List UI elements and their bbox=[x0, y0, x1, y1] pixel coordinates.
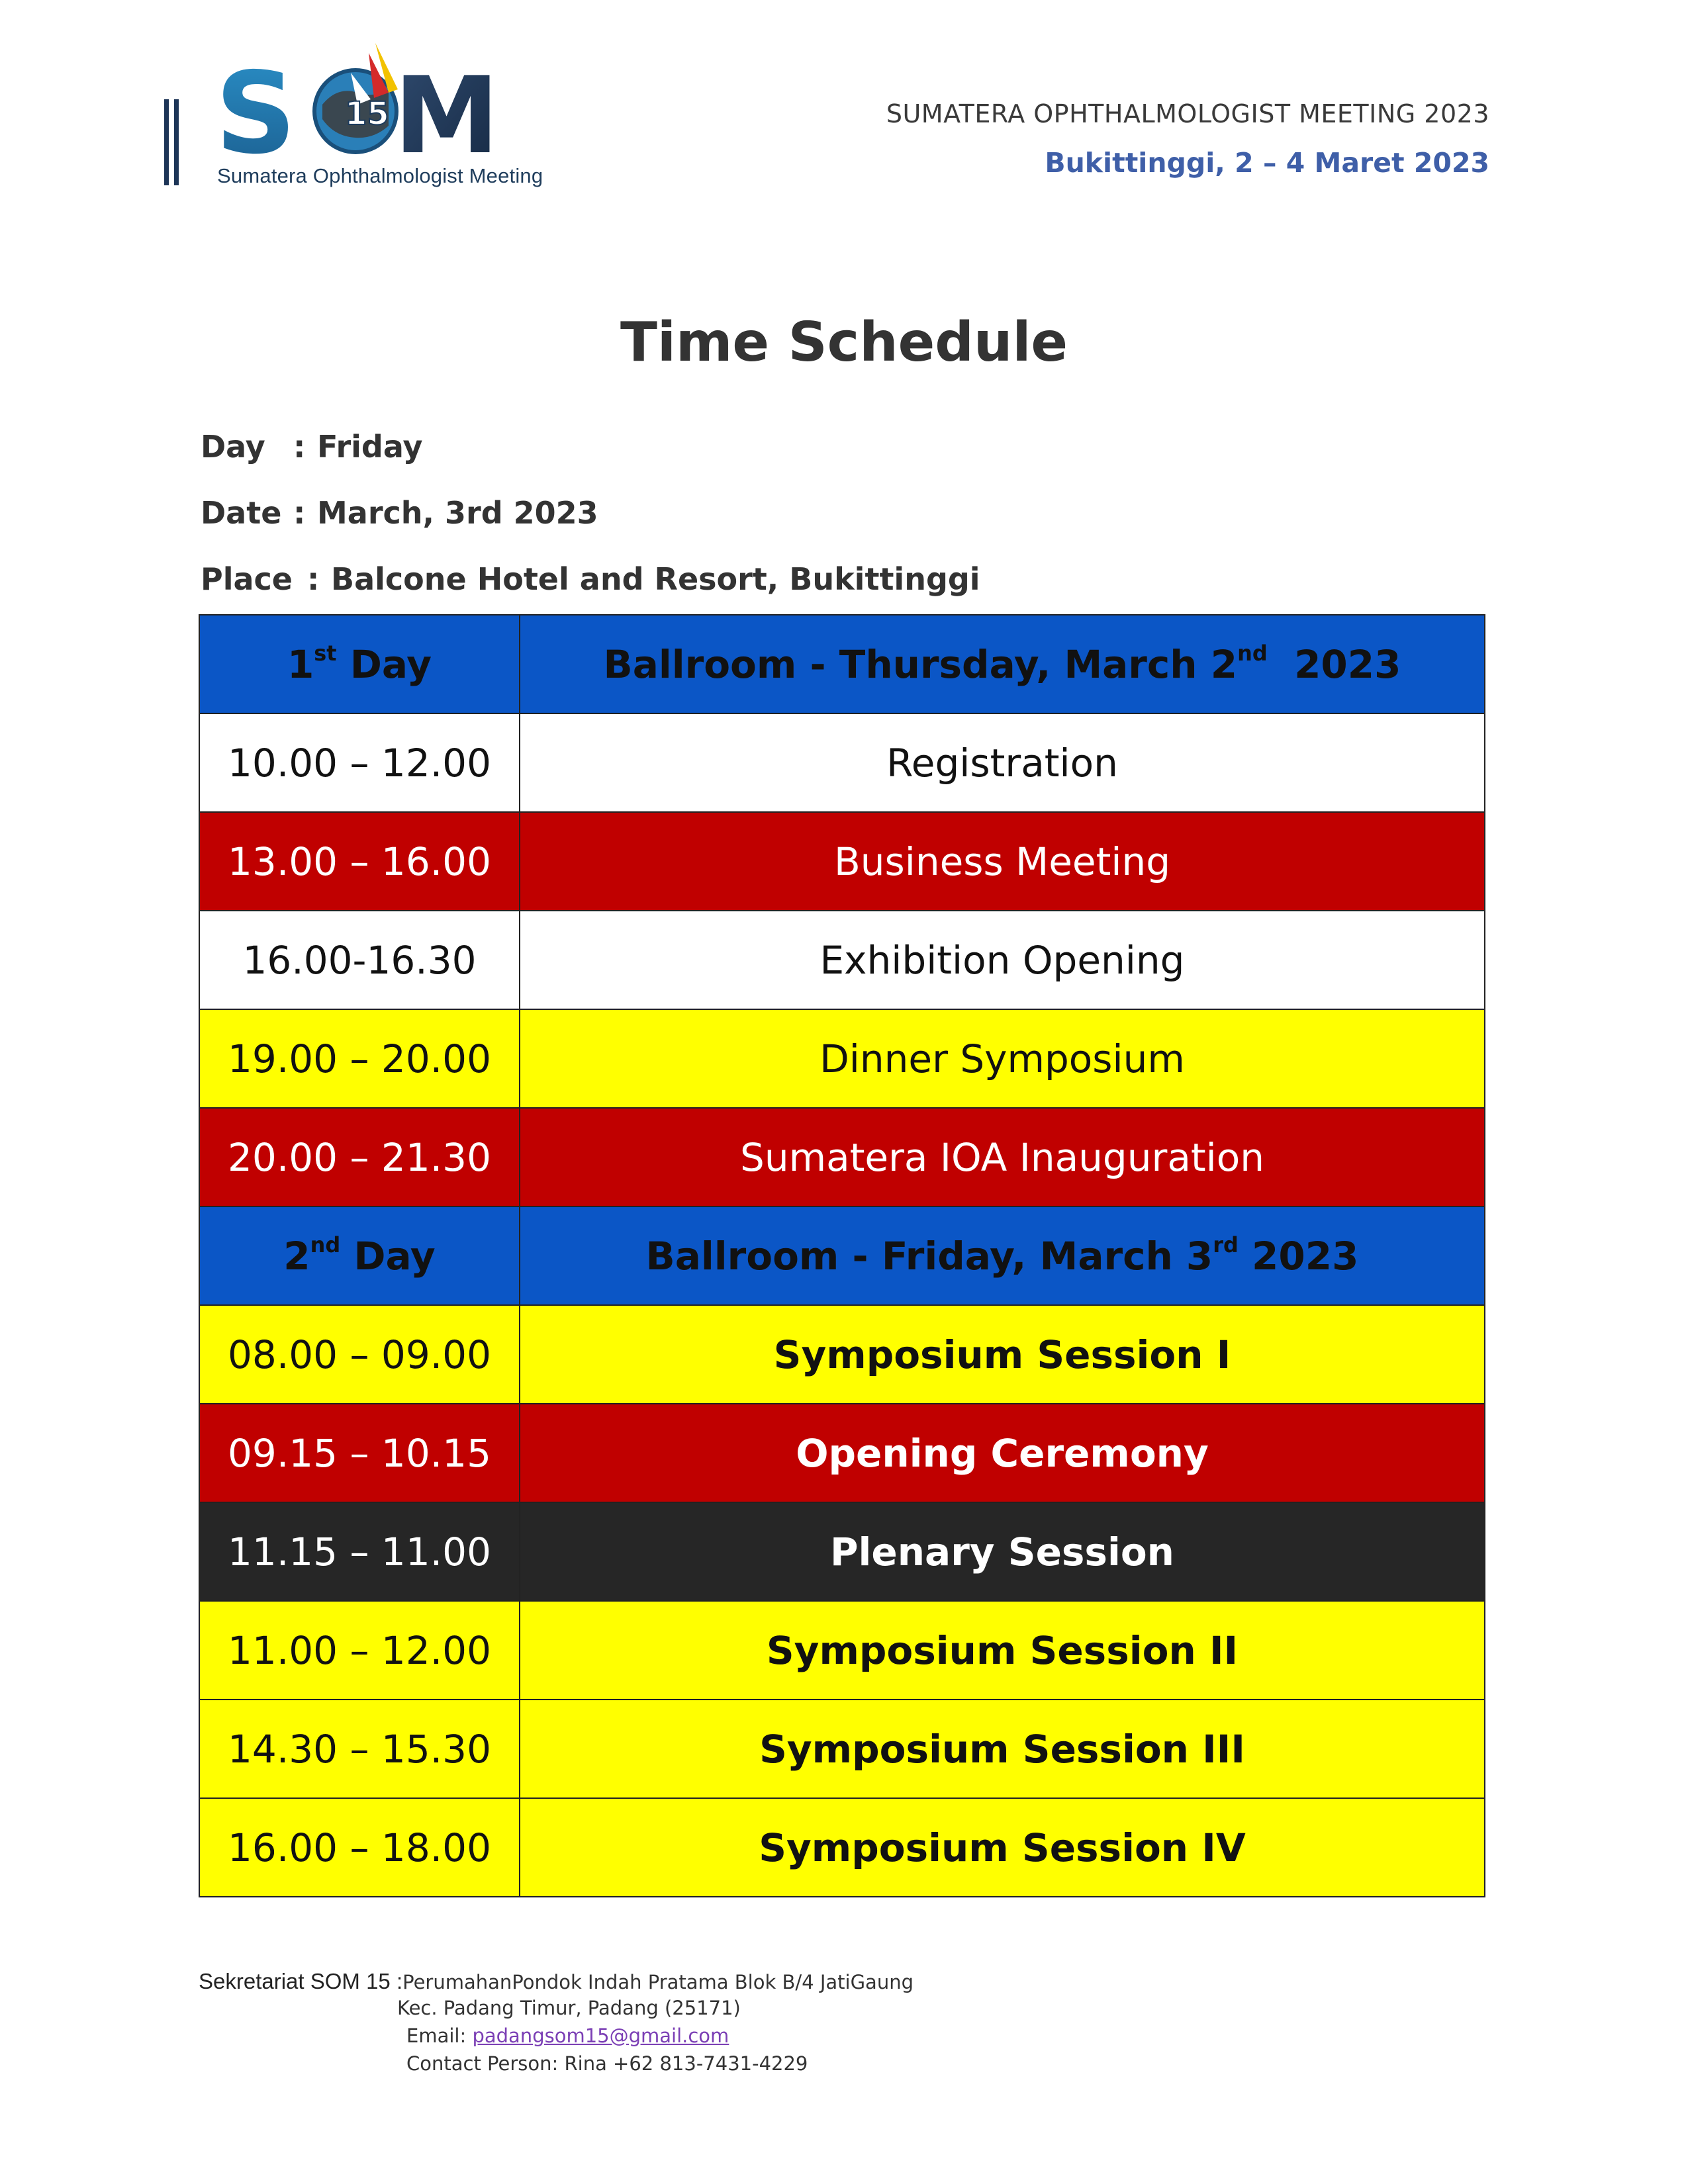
page-title: Time Schedule bbox=[620, 311, 1068, 374]
activity-cell: Dinner Symposium bbox=[519, 1009, 1485, 1109]
address-line-2: Kec. Padang Timur, Padang (25171) bbox=[397, 1997, 741, 2019]
activity-cell: Symposium Session III bbox=[519, 1699, 1485, 1799]
table-row: 13.00 – 16.00 Business Meeting bbox=[199, 811, 1485, 911]
info-separator: : bbox=[293, 429, 306, 465]
time-cell: 19.00 – 20.00 bbox=[199, 1009, 520, 1109]
table-row: 19.00 – 20.00 Dinner Symposium bbox=[199, 1009, 1485, 1109]
secretariat-label: Sekretariat SOM 15 : bbox=[199, 1969, 403, 1993]
info-place-label: Place bbox=[201, 561, 293, 597]
day-header-row: 2nd Day Ballroom - Friday, March 3rd 202… bbox=[199, 1206, 1485, 1306]
table-row: 11.15 – 11.00 Plenary Session bbox=[199, 1502, 1485, 1602]
time-cell: 09.15 – 10.15 bbox=[199, 1403, 520, 1503]
info-separator: : bbox=[293, 495, 306, 531]
time-cell: 13.00 – 16.00 bbox=[199, 811, 520, 911]
table-row: 08.00 – 09.00 Symposium Session I bbox=[199, 1304, 1485, 1404]
secretariat-line: Sekretariat SOM 15 :PerumahanPondok Inda… bbox=[199, 1969, 914, 1994]
table-row: 11.00 – 12.00 Symposium Session II bbox=[199, 1600, 1485, 1700]
email-line: Email: padangsom15@gmail.com bbox=[406, 2025, 729, 2047]
activity-cell: Business Meeting bbox=[519, 811, 1485, 911]
time-cell: 11.00 – 12.00 bbox=[199, 1600, 520, 1700]
time-cell: 08.00 – 09.00 bbox=[199, 1304, 520, 1404]
address-line-1: PerumahanPondok Indah Pratama Blok B/4 J… bbox=[402, 1971, 914, 1993]
info-day-value: Friday bbox=[317, 429, 423, 465]
day-label-cell: 1st Day bbox=[199, 614, 520, 714]
venue-date-cell: Ballroom - Friday, March 3rd 2023 bbox=[519, 1206, 1485, 1306]
info-separator: : bbox=[307, 561, 320, 597]
time-cell: 16.00-16.30 bbox=[199, 910, 520, 1010]
table-row: 14.30 – 15.30 Symposium Session III bbox=[199, 1699, 1485, 1799]
event-place-date: Bukittinggi, 2 – 4 Maret 2023 bbox=[1045, 147, 1489, 179]
info-day: Day: Friday bbox=[201, 414, 980, 480]
info-day-label: Day bbox=[201, 429, 265, 465]
logo-tagline: Sumatera Ophthalmologist Meeting bbox=[217, 164, 543, 187]
info-place-value: Balcone Hotel and Resort, Bukittinggi bbox=[331, 561, 980, 597]
info-place: Place : Balcone Hotel and Resort, Bukitti… bbox=[201, 546, 980, 612]
logo-letter-s: S bbox=[215, 48, 296, 179]
contact-line: Contact Person: Rina +62 813-7431-4229 bbox=[406, 2052, 808, 2075]
activity-cell: Plenary Session bbox=[519, 1502, 1485, 1602]
table-row: 10.00 – 12.00 Registration bbox=[199, 713, 1485, 813]
page-header: S 15 M Sumatera Ophthalmologist Meeting … bbox=[0, 0, 1688, 212]
activity-cell: Symposium Session II bbox=[519, 1600, 1485, 1700]
activity-cell: Sumatera IOA Inauguration bbox=[519, 1107, 1485, 1207]
activity-cell: Symposium Session I bbox=[519, 1304, 1485, 1404]
day-header-row: 1st Day Ballroom - Thursday, March 2nd 2… bbox=[199, 614, 1485, 714]
table-row: 16.00 – 18.00 Symposium Session IV bbox=[199, 1797, 1485, 1897]
time-cell: 20.00 – 21.30 bbox=[199, 1107, 520, 1207]
venue-date-cell: Ballroom - Thursday, March 2nd 2023 bbox=[519, 614, 1485, 714]
day-label-cell: 2nd Day bbox=[199, 1206, 520, 1306]
time-cell: 11.15 – 11.00 bbox=[199, 1502, 520, 1602]
info-date-value: March, 3rd 2023 bbox=[317, 495, 598, 531]
email-link[interactable]: padangsom15@gmail.com bbox=[472, 2025, 729, 2047]
info-date-label: Date bbox=[201, 495, 282, 531]
table-row: 09.15 – 10.15 Opening Ceremony bbox=[199, 1403, 1485, 1503]
event-name: SUMATERA OPHTHALMOLOGIST MEETING 2023 bbox=[886, 99, 1489, 128]
info-date: Date: March, 3rd 2023 bbox=[201, 480, 980, 546]
logo-badge: 15 bbox=[345, 95, 389, 132]
email-label: Email: bbox=[406, 2025, 473, 2047]
time-cell: 10.00 – 12.00 bbox=[199, 713, 520, 813]
time-cell: 14.30 – 15.30 bbox=[199, 1699, 520, 1799]
logo-letter-m: M bbox=[394, 54, 493, 177]
activity-cell: Opening Ceremony bbox=[519, 1403, 1485, 1503]
time-cell: 16.00 – 18.00 bbox=[199, 1797, 520, 1897]
activity-cell: Registration bbox=[519, 713, 1485, 813]
schedule-table: 1st Day Ballroom - Thursday, March 2nd 2… bbox=[199, 614, 1485, 1897]
activity-cell: Symposium Session IV bbox=[519, 1797, 1485, 1897]
activity-cell: Exhibition Opening bbox=[519, 910, 1485, 1010]
header-vertical-bars bbox=[164, 99, 184, 185]
event-info: Day: Friday Date: March, 3rd 2023 Place : B… bbox=[201, 414, 980, 612]
table-row: 16.00-16.30 Exhibition Opening bbox=[199, 910, 1485, 1010]
table-row: 20.00 – 21.30 Sumatera IOA Inauguration bbox=[199, 1107, 1485, 1207]
